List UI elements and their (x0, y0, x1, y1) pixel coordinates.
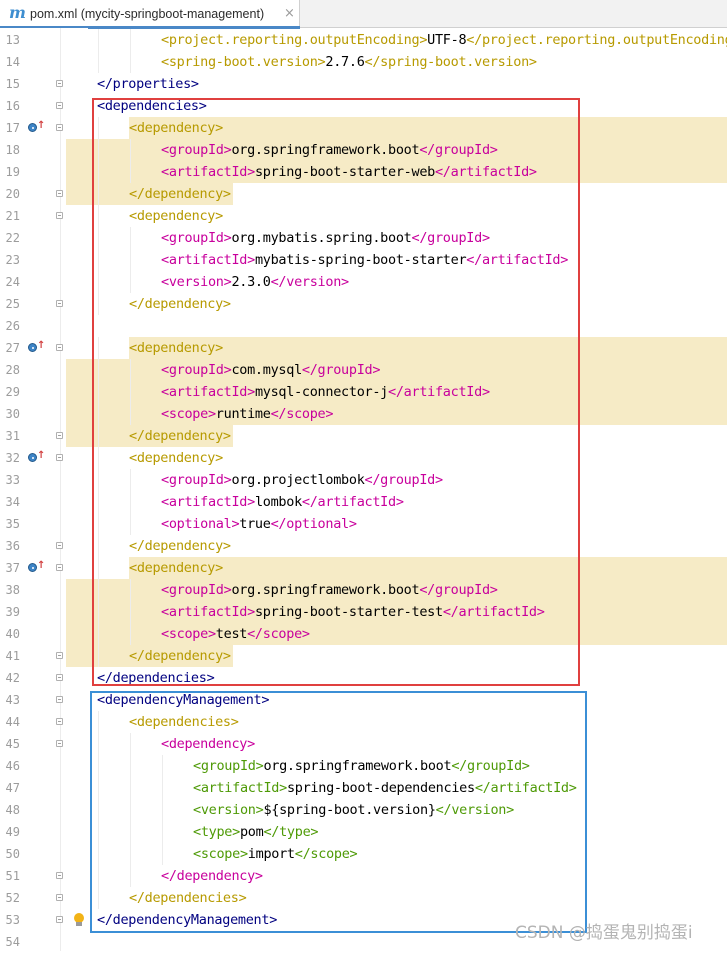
fold-icon[interactable] (56, 740, 63, 747)
line-number: 25 (5, 297, 20, 311)
tab-pom-xml[interactable]: m pom.xml (mycity-springboot-management)… (0, 0, 300, 29)
line-number: 34 (5, 495, 20, 509)
line-number: 37 (5, 561, 20, 575)
fold-icon[interactable] (56, 564, 63, 571)
line-number: 46 (5, 759, 20, 773)
line-number: 47 (5, 781, 20, 795)
code-line[interactable]: 15 </properties> (0, 73, 727, 95)
line-number: 30 (5, 407, 20, 421)
line-number: 38 (5, 583, 20, 597)
line-number: 28 (5, 363, 20, 377)
line-number: 48 (5, 803, 20, 817)
line-number: 13 (5, 33, 20, 47)
fold-icon[interactable] (56, 696, 63, 703)
fold-icon[interactable] (56, 190, 63, 197)
line-number: 27 (5, 341, 20, 355)
code-text: <spring-boot.version>2.7.6</spring-boot.… (161, 51, 537, 73)
fold-icon[interactable] (56, 674, 63, 681)
fold-icon[interactable] (56, 454, 63, 461)
fold-icon[interactable] (56, 80, 63, 87)
line-number: 50 (5, 847, 20, 861)
line-number: 31 (5, 429, 20, 443)
fold-icon[interactable] (56, 212, 63, 219)
intention-bulb-icon[interactable] (72, 913, 86, 929)
line-number: 33 (5, 473, 20, 487)
fold-icon[interactable] (56, 124, 63, 131)
line-number: 54 (5, 935, 20, 949)
close-icon[interactable]: × (284, 0, 295, 28)
line-number: 15 (5, 77, 20, 91)
xml-value: 2.7.6 (325, 54, 365, 70)
fold-icon[interactable] (56, 652, 63, 659)
watermark: CSDN @捣蛋鬼别捣蛋i (515, 923, 693, 943)
line-number: 40 (5, 627, 20, 641)
tab-title: pom.xml (mycity-springboot-management) (30, 7, 265, 21)
line-number: 53 (5, 913, 20, 927)
override-marker-icon[interactable]: ↑ (28, 450, 45, 464)
line-number: 43 (5, 693, 20, 707)
line-number: 41 (5, 649, 20, 663)
dependencies-highlight-box (92, 98, 580, 686)
override-marker-icon[interactable]: ↑ (28, 560, 45, 574)
line-number: 23 (5, 253, 20, 267)
override-marker-icon[interactable]: ↑ (28, 340, 45, 354)
xml-tag: <spring-boot.version> (161, 54, 326, 70)
fold-icon[interactable] (56, 872, 63, 879)
fold-icon[interactable] (56, 102, 63, 109)
fold-icon[interactable] (56, 300, 63, 307)
xml-tag: <project.reporting.outputEncoding> (161, 32, 428, 48)
code-text: </properties> (97, 73, 199, 95)
line-number: 42 (5, 671, 20, 685)
line-number: 17 (5, 121, 20, 135)
line-number: 18 (5, 143, 20, 157)
line-number: 39 (5, 605, 20, 619)
xml-tag: </properties> (97, 76, 199, 92)
indent-guide (98, 51, 99, 73)
line-number: 36 (5, 539, 20, 553)
line-number: 52 (5, 891, 20, 905)
line-number: 32 (5, 451, 20, 465)
fold-icon[interactable] (56, 718, 63, 725)
override-marker-icon[interactable]: ↑ (28, 120, 45, 134)
indent-guide (98, 29, 99, 51)
line-number: 35 (5, 517, 20, 531)
line-number: 21 (5, 209, 20, 223)
xml-tag: </spring-boot.version> (364, 54, 538, 70)
line-number: 51 (5, 869, 20, 883)
dependency-management-highlight-box (90, 691, 587, 933)
fold-icon[interactable] (56, 916, 63, 923)
code-line[interactable]: 14 <spring-boot.version>2.7.6</spring-boo… (0, 51, 727, 73)
xml-value: UTF-8 (427, 32, 467, 48)
indent-guide (130, 51, 131, 73)
line-number: 24 (5, 275, 20, 289)
line-number: 26 (5, 319, 20, 333)
line-number: 45 (5, 737, 20, 751)
line-number: 20 (5, 187, 20, 201)
line-number: 29 (5, 385, 20, 399)
line-number: 16 (5, 99, 20, 113)
line-number: 22 (5, 231, 20, 245)
code-text: <project.reporting.outputEncoding>UTF-8<… (161, 29, 727, 51)
line-number: 44 (5, 715, 20, 729)
indent-guide (130, 29, 131, 51)
line-number: 19 (5, 165, 20, 179)
fold-icon[interactable] (56, 894, 63, 901)
xml-tag: </project.reporting.outputEncoding> (466, 32, 727, 48)
editor-tab-bar: m pom.xml (mycity-springboot-management)… (0, 0, 727, 29)
fold-icon[interactable] (56, 542, 63, 549)
fold-icon[interactable] (56, 432, 63, 439)
fold-icon[interactable] (56, 344, 63, 351)
maven-icon: m (9, 3, 26, 22)
code-line[interactable]: 13 <project.reporting.outputEncoding>UTF-… (0, 29, 727, 51)
line-number: 14 (5, 55, 20, 69)
line-number: 49 (5, 825, 20, 839)
